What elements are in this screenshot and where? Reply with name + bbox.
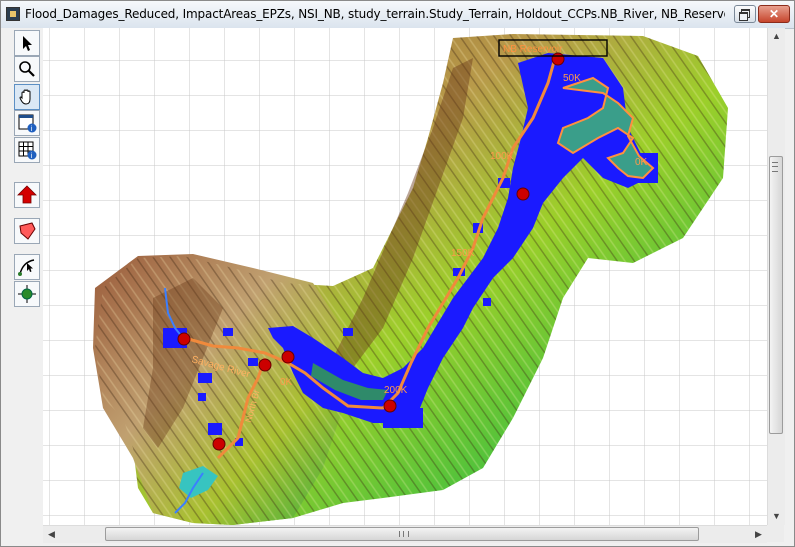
pan-hand-icon[interactable]: [14, 84, 40, 110]
station-label: 200K: [384, 385, 408, 396]
map-toolbar: i i: [1, 28, 43, 525]
node-marker[interactable]: [281, 350, 295, 364]
station-label: 0K: [280, 377, 293, 388]
scroll-down-arrow-icon[interactable]: ▼: [768, 508, 785, 525]
title-bar[interactable]: Flood_Damages_Reduced, ImpactAreas_EPZs,…: [1, 1, 794, 29]
station-label: 100K: [490, 151, 514, 162]
window-title: Flood_Damages_Reduced, ImpactAreas_EPZs,…: [25, 7, 725, 21]
restore-button[interactable]: [734, 5, 756, 23]
select-arrow-icon[interactable]: [14, 30, 40, 56]
add-point-icon[interactable]: [14, 281, 40, 307]
node-marker[interactable]: [516, 187, 530, 201]
scroll-right-arrow-icon[interactable]: ▶: [750, 526, 767, 543]
reservoir-label: NB Reservoir: [503, 44, 563, 55]
node-marker[interactable]: [212, 437, 226, 451]
horizontal-grip-icon: [399, 531, 409, 537]
vertical-grip-icon: [772, 162, 778, 172]
svg-text:i: i: [31, 152, 33, 160]
node-marker[interactable]: [383, 399, 397, 413]
svg-text:i: i: [31, 125, 33, 133]
table-info-icon[interactable]: i: [14, 137, 40, 163]
station-label: 50K: [563, 73, 581, 84]
vertical-scroll-thumb[interactable]: [769, 156, 783, 434]
map-canvas[interactable]: NB Reservoir 50K 0K 100K 150K 0K 200K Sa…: [43, 28, 767, 525]
horizontal-scroll-thumb[interactable]: [105, 527, 699, 541]
horizontal-scrollbar[interactable]: ◀ ▶: [43, 525, 767, 543]
app-map-icon: [6, 7, 20, 21]
red-polygon-icon[interactable]: [14, 218, 40, 244]
zoom-magnifier-icon[interactable]: [14, 56, 40, 82]
map-view[interactable]: NB Reservoir 50K 0K 100K 150K 0K 200K Sa…: [43, 28, 767, 525]
node-marker[interactable]: [258, 358, 272, 372]
close-button[interactable]: ✕: [758, 5, 790, 23]
scroll-corner: [767, 525, 784, 542]
edit-vertex-icon[interactable]: [14, 254, 40, 280]
vertical-scrollbar[interactable]: ▲ ▼: [767, 28, 785, 525]
scroll-left-arrow-icon[interactable]: ◀: [43, 526, 60, 543]
station-label: 0K: [635, 157, 648, 168]
app-window: Flood_Damages_Reduced, ImpactAreas_EPZs,…: [0, 0, 795, 547]
restore-icon-back: [739, 12, 748, 21]
layer-info-icon[interactable]: i: [14, 110, 40, 136]
home-up-arrow-icon[interactable]: [14, 182, 40, 208]
scroll-up-arrow-icon[interactable]: ▲: [768, 28, 785, 45]
node-marker[interactable]: [177, 332, 191, 346]
station-label: 150K: [451, 248, 475, 259]
